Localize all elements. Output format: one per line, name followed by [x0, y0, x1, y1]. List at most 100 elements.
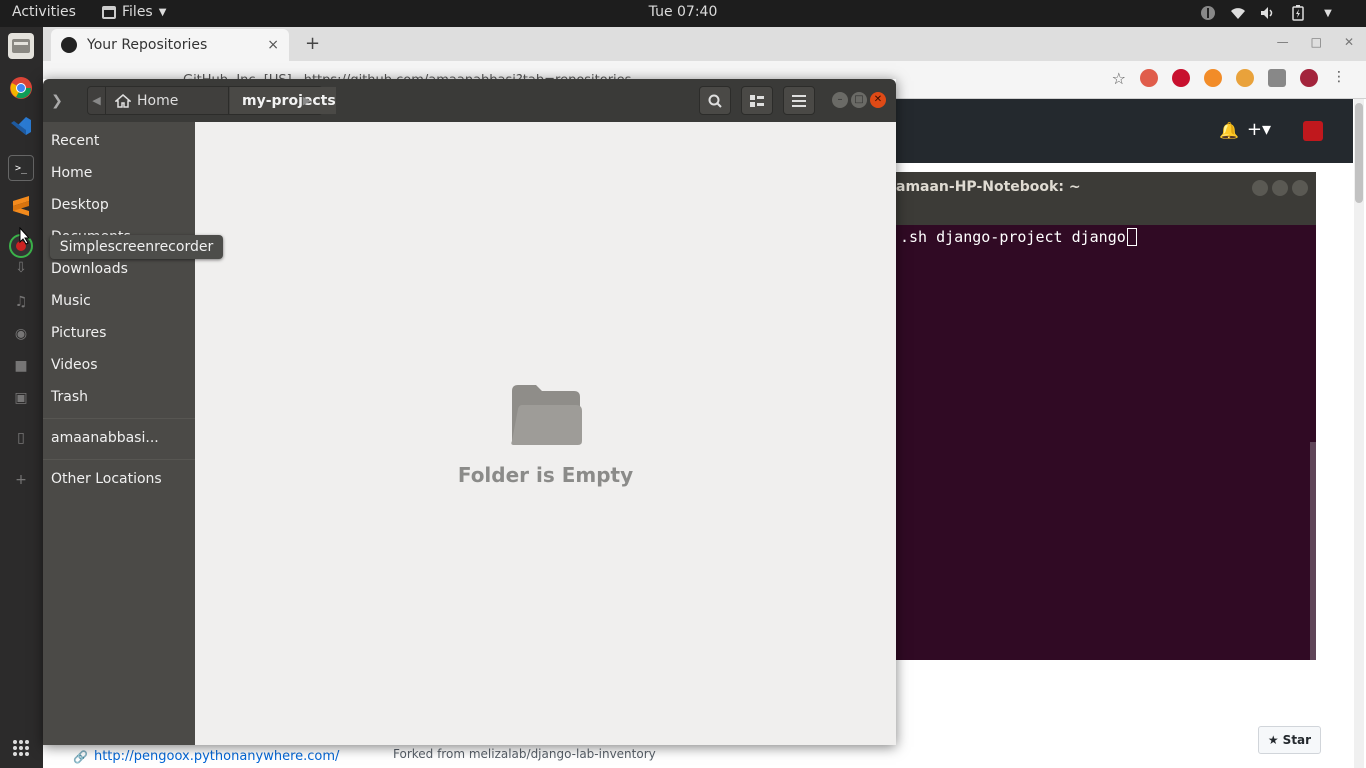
dock-tooltip: Simplescreenrecorder — [50, 235, 223, 259]
sidebar-item-recent[interactable]: Recent — [51, 133, 99, 149]
extension-icon[interactable] — [1236, 69, 1254, 87]
wifi-icon[interactable] — [1230, 4, 1246, 22]
sidebar-item-desktop[interactable]: Desktop — [51, 197, 109, 213]
files-content-area[interactable]: Folder is Empty — [195, 122, 896, 745]
terminal-command-line[interactable]: .sh django-project django — [900, 228, 1137, 246]
chrome-icon[interactable] — [8, 75, 34, 101]
sidebar-toggle-chevron-icon[interactable]: ❯ — [47, 86, 67, 115]
breadcrumb-home[interactable]: Home — [107, 87, 229, 114]
activities-button[interactable]: Activities — [12, 4, 76, 20]
browser-close-icon[interactable]: ✕ — [1344, 35, 1354, 49]
grid-view-icon — [750, 94, 764, 107]
sidebar-divider — [43, 459, 195, 460]
breadcrumb-back-icon[interactable]: ◀ — [88, 87, 106, 114]
browser-tab[interactable]: Your Repositories × — [51, 29, 289, 61]
hamburger-menu-icon — [792, 94, 806, 107]
recorder-indicator-icon[interactable] — [1200, 4, 1216, 22]
terminal-maximize-icon[interactable] — [1272, 180, 1288, 196]
star-button-label: Star — [1282, 733, 1312, 747]
breadcrumb: ◀ Home my-projects — [87, 86, 336, 115]
create-new-icon[interactable]: +▾ — [1247, 119, 1271, 140]
breadcrumb-forward-icon[interactable]: ▶ — [299, 86, 315, 115]
terminal-minimize-icon[interactable] — [1252, 180, 1268, 196]
browser-minimize-icon[interactable]: — — [1277, 35, 1289, 49]
terminal-icon[interactable]: >_ — [8, 155, 34, 181]
sidebar-item-downloads[interactable]: Downloads — [51, 261, 128, 277]
usb-drive-icon[interactable]: ▯ — [8, 425, 34, 451]
extension-icon[interactable] — [1140, 69, 1158, 87]
link-icon: 🔗 — [73, 749, 88, 764]
search-button[interactable] — [699, 86, 731, 115]
tab-title: Your Repositories — [87, 37, 208, 53]
sidebar-divider — [43, 418, 195, 419]
repo-website-link[interactable]: 🔗 http://pengoox.pythonanywhere.com/ — [73, 749, 339, 764]
music-icon[interactable]: ♫ — [8, 289, 34, 315]
search-icon — [708, 94, 722, 108]
extension-bar: ☆ ⋮ — [1112, 69, 1346, 88]
show-applications-icon[interactable] — [8, 735, 34, 761]
home-icon — [115, 93, 131, 108]
sidebar-item-pictures[interactable]: Pictures — [51, 325, 106, 341]
software-updater-icon[interactable]: ⇩ — [8, 255, 34, 281]
star-button[interactable]: ★ Star — [1258, 726, 1321, 754]
bookmark-star-icon[interactable]: ☆ — [1112, 69, 1126, 88]
scrollbar-thumb[interactable] — [1355, 103, 1363, 203]
chevron-down-icon: ▼ — [158, 6, 167, 18]
files-window: ❯ ◀ Home my-projects ▶ – □ ✕ Recent Home… — [43, 79, 896, 745]
video-icon[interactable]: ■ — [8, 353, 34, 379]
system-menu-chevron-icon[interactable]: ▼ — [1320, 4, 1336, 22]
sidebar-item-other-locations[interactable]: Other Locations — [51, 471, 162, 487]
terminal-window[interactable]: amaan-HP-Notebook: ~ .sh django-project … — [896, 172, 1316, 660]
add-location-icon[interactable]: + — [8, 467, 34, 493]
sidebar-item-drive[interactable]: amaanabbasi... — [51, 430, 159, 446]
avatar[interactable] — [1303, 121, 1323, 141]
files-sidebar: Recent Home Desktop Documents Downloads … — [43, 122, 195, 745]
system-tray[interactable]: ▼ — [1200, 4, 1336, 22]
sidebar-item-trash[interactable]: Trash — [51, 389, 88, 405]
terminal-command: .sh django-project django — [900, 228, 1126, 246]
folder-icon — [511, 385, 582, 445]
browser-scrollbar[interactable] — [1354, 99, 1364, 768]
close-icon[interactable]: ✕ — [870, 92, 886, 108]
profile-avatar-icon[interactable] — [1300, 69, 1318, 87]
browser-menu-icon[interactable]: ⋮ — [1332, 69, 1346, 88]
view-toggle-button[interactable] — [741, 86, 773, 115]
sidebar-item-home[interactable]: Home — [51, 165, 92, 181]
sublime-text-icon[interactable] — [8, 193, 34, 219]
star-icon: ★ — [1267, 733, 1279, 747]
sidebar-item-videos[interactable]: Videos — [51, 357, 98, 373]
minimize-icon[interactable]: – — [832, 92, 848, 108]
terminal-cursor — [1126, 228, 1137, 246]
camera-icon[interactable]: ◉ — [8, 321, 34, 347]
breadcrumb-current[interactable]: my-projects — [230, 87, 336, 114]
extension-icon[interactable] — [1172, 69, 1190, 87]
terminal-close-icon[interactable] — [1292, 180, 1308, 196]
volume-icon[interactable] — [1260, 4, 1276, 22]
top-bar: Activities Files ▼ Tue 07:40 ▼ — [0, 0, 1366, 27]
extension-icon[interactable] — [1204, 69, 1222, 87]
dock: >_ ⇩ ♫ ◉ ■ ▣ ▯ + — [0, 27, 43, 768]
app-menu[interactable]: Files ▼ — [102, 4, 166, 20]
extension-icon[interactable] — [1268, 69, 1286, 87]
terminal-scrollbar[interactable] — [1310, 442, 1316, 660]
tab-close-icon[interactable]: × — [267, 37, 279, 53]
notifications-bell-icon[interactable]: 🔔 — [1219, 121, 1239, 140]
breadcrumb-home-label: Home — [137, 92, 179, 109]
menu-button[interactable] — [783, 86, 815, 115]
clock[interactable]: Tue 07:40 — [649, 4, 718, 20]
browser-tab-strip: Your Repositories × + — □ ✕ — [43, 27, 1366, 61]
terminal-titlebar[interactable]: amaan-HP-Notebook: ~ — [896, 172, 1316, 225]
trash-icon[interactable]: ▣ — [8, 385, 34, 411]
forked-from-text: Forked from melizalab/django-lab-invento… — [393, 747, 656, 761]
sidebar-item-music[interactable]: Music — [51, 293, 91, 309]
maximize-icon[interactable]: □ — [851, 92, 867, 108]
mouse-pointer-icon — [19, 227, 31, 245]
browser-maximize-icon[interactable]: □ — [1311, 35, 1322, 49]
files-headerbar[interactable]: ❯ ◀ Home my-projects ▶ – □ ✕ — [43, 79, 896, 122]
files-app-icon[interactable] — [8, 33, 34, 59]
vscode-icon[interactable] — [8, 113, 34, 139]
new-tab-button[interactable]: + — [305, 33, 320, 54]
battery-icon[interactable] — [1290, 4, 1306, 22]
files-app-icon — [102, 5, 116, 19]
repo-link-text[interactable]: http://pengoox.pythonanywhere.com/ — [94, 749, 339, 764]
